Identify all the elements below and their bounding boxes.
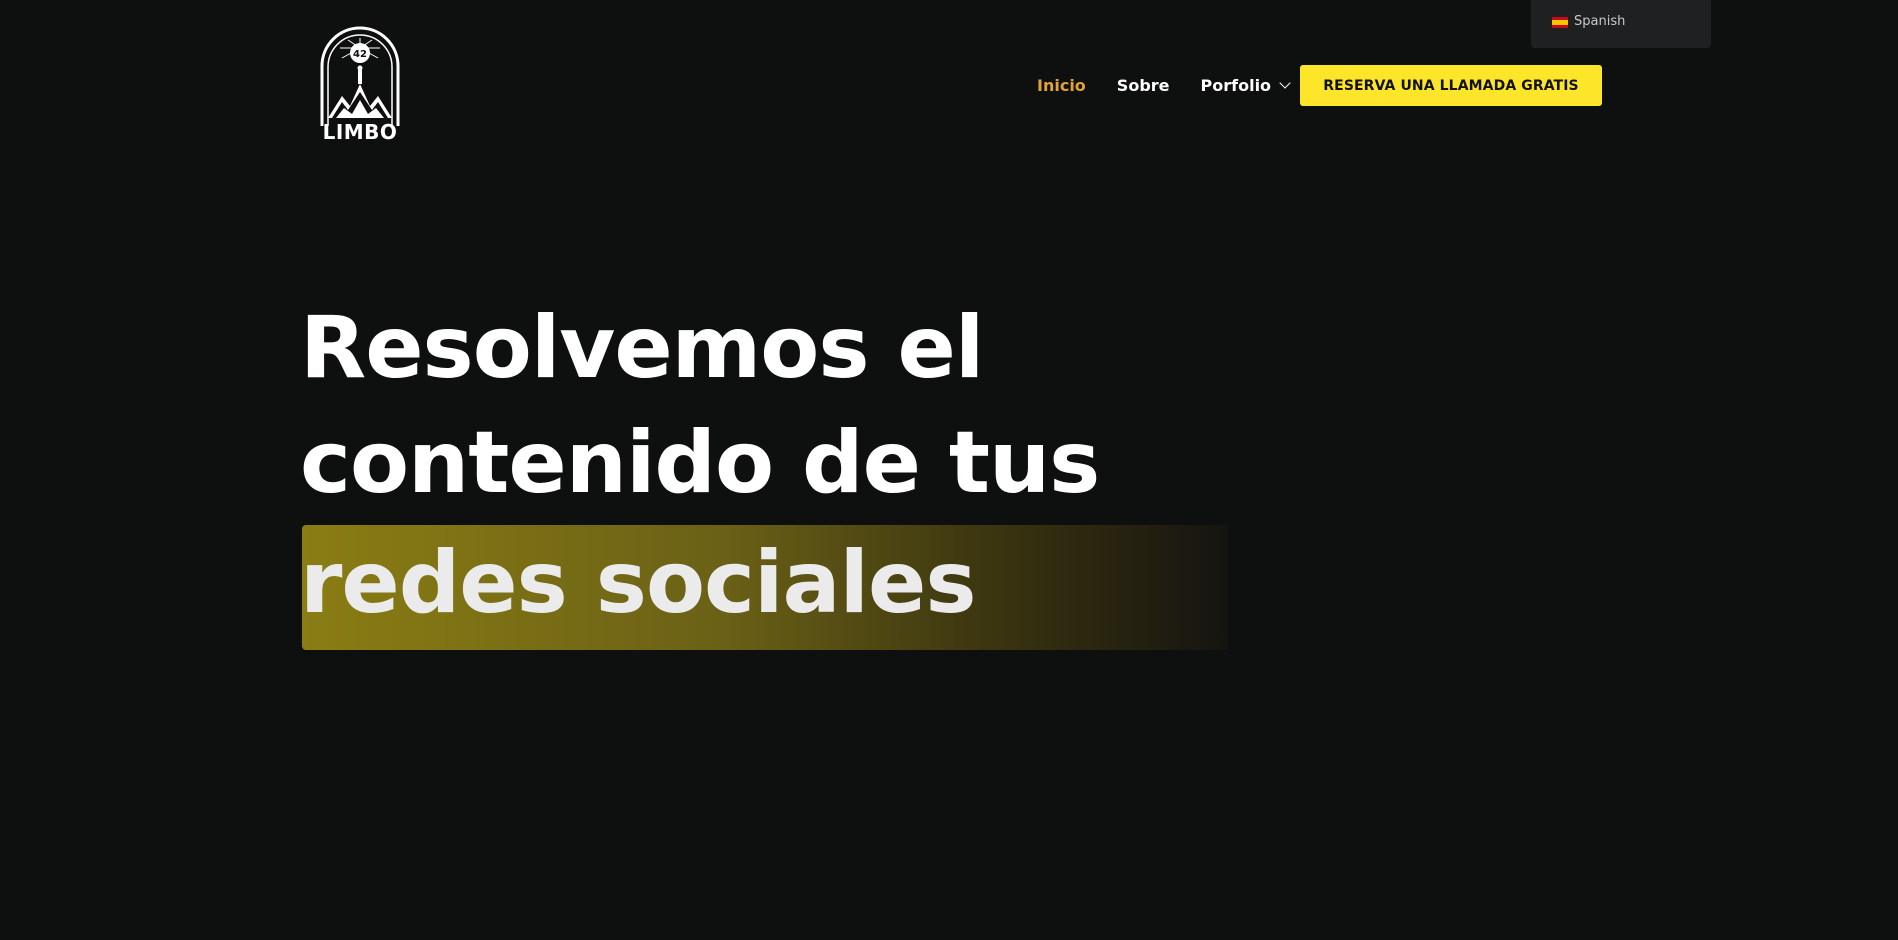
spain-flag-icon (1552, 17, 1568, 28)
language-switcher[interactable]: Spanish (1531, 0, 1711, 48)
site-logo[interactable]: 42 LIMBO (318, 26, 402, 146)
hero-heading-line-3: redes sociales (300, 533, 977, 633)
logo-text: LIMBO (322, 120, 398, 144)
book-call-button[interactable]: RESERVA UNA LLAMADA GRATIS (1300, 65, 1602, 106)
hero-heading-line-1: Resolvemos el (300, 298, 984, 398)
page: Spanish 42 LIMBO Inicio Sobre Porfolio R… (0, 0, 1898, 940)
language-label: Spanish (1574, 14, 1626, 29)
nav-item-inicio[interactable]: Inicio (1037, 76, 1086, 95)
main-nav: Inicio Sobre Porfolio (1037, 65, 1320, 105)
chevron-down-icon (1279, 77, 1291, 89)
nav-item-porfolio-label: Porfolio (1200, 75, 1272, 95)
nav-item-porfolio[interactable]: Porfolio (1200, 75, 1291, 95)
hero-heading-line-2: contenido de tus (300, 413, 1100, 513)
logo-number: 42 (353, 49, 367, 60)
logo-emblem-icon: 42 (320, 26, 400, 126)
nav-item-sobre[interactable]: Sobre (1117, 76, 1170, 95)
